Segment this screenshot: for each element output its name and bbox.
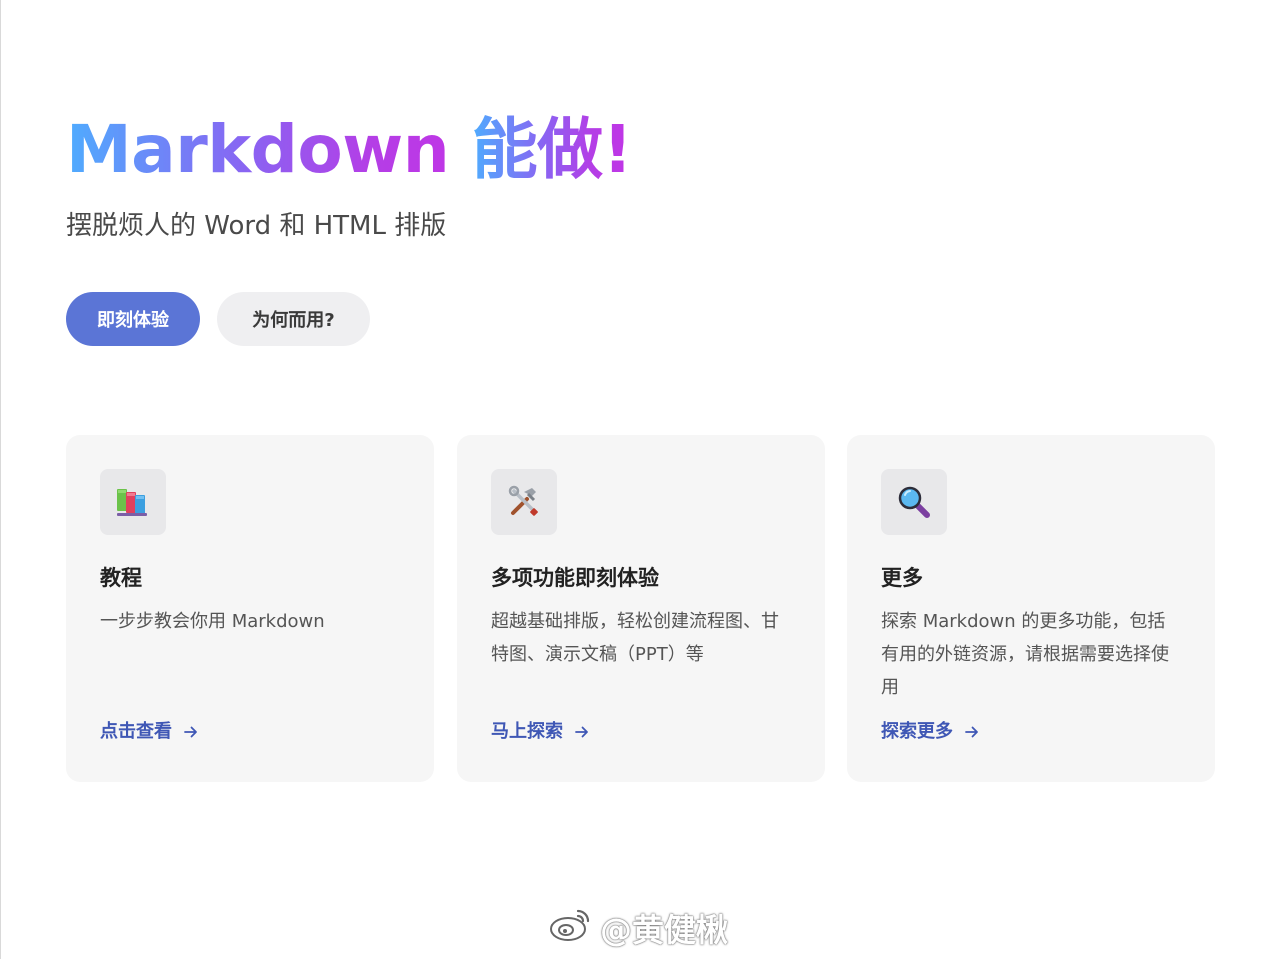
card-description: 探索 Markdown 的更多功能，包括有用的外链资源，请根据需要选择使用 (881, 611, 1169, 698)
link-label: 点击查看 (100, 721, 172, 742)
watermark-text: @黄健楸 (600, 911, 729, 949)
card-title: 更多 (881, 566, 923, 590)
explore-more-link[interactable]: 探索更多 (881, 718, 979, 746)
arrow-right-icon (184, 726, 198, 738)
view-tutorial-link[interactable]: 点击查看 (100, 718, 198, 746)
books-icon (100, 469, 166, 535)
card-title: 教程 (100, 566, 142, 590)
arrow-right-icon (575, 726, 589, 738)
hero-title-cjk: 能做! (471, 111, 633, 188)
magnifier-icon (881, 469, 947, 535)
link-label: 马上探索 (491, 721, 563, 742)
card-description: 一步步教会你用 Markdown (100, 611, 325, 632)
weibo-logo-icon (548, 905, 594, 951)
hero-title: Markdown 能做! (66, 110, 633, 190)
card-more: 更多 探索 Markdown 的更多功能，包括有用的外链资源，请根据需要选择使用… (847, 435, 1215, 782)
arrow-right-icon (965, 726, 979, 738)
link-label: 探索更多 (881, 721, 953, 742)
card-title: 多项功能即刻体验 (491, 566, 659, 590)
card-description: 超越基础排版，轻松创建流程图、甘特图、演示文稿（PPT）等 (491, 611, 779, 665)
tools-icon (491, 469, 557, 535)
card-features: 多项功能即刻体验 超越基础排版，轻松创建流程图、甘特图、演示文稿（PPT）等 马… (457, 435, 825, 782)
card-tutorial: 教程 一步步教会你用 Markdown 点击查看 (66, 435, 434, 782)
explore-now-link[interactable]: 马上探索 (491, 718, 589, 746)
try-now-button[interactable]: 即刻体验 (66, 292, 200, 346)
left-border (0, 0, 1, 959)
hero-title-latin: Markdown (66, 111, 472, 188)
watermark: @黄健楸 (548, 904, 728, 952)
hero-subtitle: 摆脱烦人的 Word 和 HTML 排版 (66, 211, 447, 241)
why-use-button[interactable]: 为何而用? (217, 292, 370, 346)
